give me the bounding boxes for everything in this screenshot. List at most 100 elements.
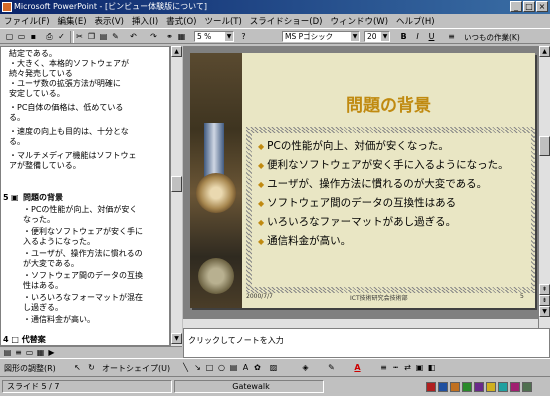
tray-app-icon[interactable] [474,381,484,392]
rectangle-icon[interactable]: □ [204,362,215,373]
zoom-combo[interactable]: 5 % ▼ [194,31,234,42]
chevron-down-icon[interactable]: ▼ [381,32,389,41]
wordart-icon[interactable]: A [240,362,251,373]
slide-bullet-text: 通信料金が高い。 [267,235,352,247]
common-tasks-button[interactable]: いつもの作業(K) [464,32,520,43]
help-icon[interactable]: ? [238,31,249,42]
chevron-down-icon[interactable]: ▼ [225,32,233,41]
line-icon[interactable]: ╲ [180,362,191,373]
outline-slide-number: 5 [3,193,9,202]
tray-app-icon[interactable] [486,381,496,392]
underline-button[interactable]: U [426,31,437,42]
menu-edit[interactable]: 編集(E) [54,15,91,27]
table-icon[interactable]: ▦ [176,31,187,42]
ribbon-image [204,123,224,178]
arrow-icon[interactable]: ↘ [192,362,203,373]
copy-icon[interactable]: ❐ [86,31,97,42]
maximize-button[interactable]: □ [523,1,535,12]
dash-style-icon[interactable]: ┅ [390,362,401,373]
font-size-combo[interactable]: 20 ▼ [364,31,390,42]
slide-canvas[interactable]: 問題の背景 ◆ PCの性能が向上、対価が安くなった。 ◆ 便利なソフトウェアが安く手… [190,53,535,308]
slide-textbox[interactable]: ◆ PCの性能が向上、対価が安くなった。 ◆ 便利なソフトウェアが安く手に入るように… [246,127,535,293]
hyperlink-icon[interactable]: ⚭ [164,31,175,42]
new-icon[interactable]: ▢ [4,31,15,42]
menu-insert[interactable]: 挿入(I) [128,15,162,27]
slide-bullet-text: PCの性能が向上、対価が安くなった。 [267,140,449,152]
save-icon[interactable]: ▪ [28,31,39,42]
outline-view-icon[interactable]: ≡ [13,347,24,358]
clipart-icon[interactable]: ✿ [252,362,263,373]
slide-scrollbar[interactable]: ▲ ⇞ ⇟ ▼ [538,46,550,328]
menu-window[interactable]: ウィンドウ(W) [326,15,392,27]
outline-line: ・ユーザが、操作方法に慣れるの [23,249,143,258]
3d-icon[interactable]: ◧ [426,362,437,373]
bold-button[interactable]: B [398,31,409,42]
line-style-icon[interactable]: ≡ [378,362,389,373]
slide-sorter-icon[interactable]: ▦ [35,347,46,358]
tray-app-icon[interactable] [438,381,448,392]
outline-line: 性はある。 [23,281,63,290]
shadow-icon[interactable]: ▣ [414,362,425,373]
close-button[interactable]: × [536,1,548,12]
notes-pane[interactable]: クリックしてノートを入力 [183,328,550,358]
outline-slide-title[interactable]: 問題の背景 [23,193,63,203]
draw-menu-button[interactable]: 図形の調整(R) [4,363,56,374]
slide-hscrollbar[interactable] [183,318,538,328]
fill-color-icon[interactable]: ◈ [300,362,311,373]
slide-view-icon[interactable]: ▭ [24,347,35,358]
chevron-down-icon[interactable]: ▼ [351,32,359,41]
tray-app-icon[interactable] [426,381,436,392]
tray-app-icon[interactable] [510,381,520,392]
outline-next-slide[interactable]: 4 □ 代替案 [3,335,46,345]
menu-view[interactable]: 表示(V) [91,15,128,27]
slide-title[interactable]: 問題の背景 [242,91,535,116]
line-color-icon[interactable]: ✎ [326,362,337,373]
scroll-down-icon[interactable]: ▼ [171,333,182,344]
align-icon[interactable]: ≡ [446,31,457,42]
outline-scrollbar[interactable]: ▲ ▼ [170,46,182,346]
scroll-thumb[interactable] [539,136,550,156]
tray-app-icon[interactable] [522,381,532,392]
print-icon[interactable]: ⎙ [44,31,55,42]
italic-button[interactable]: I [412,31,423,42]
slideshow-icon[interactable]: ▶ [46,347,57,358]
redo-icon[interactable]: ↷ [148,31,159,42]
oval-icon[interactable]: ○ [216,362,227,373]
arrow-style-icon[interactable]: ⇄ [402,362,413,373]
menu-file[interactable]: ファイル(F) [0,15,54,27]
autoshapes-button[interactable]: オートシェイプ(U) [102,363,170,374]
outline-pane[interactable]: 結定である。 ・大きく、本格的ソフトウェアが 続々発売している ・ユーザ数の拡張… [0,46,170,346]
previous-slide-icon[interactable]: ⇞ [539,284,550,295]
menu-tools[interactable]: ツール(T) [200,15,245,27]
tray-app-icon[interactable] [462,381,472,392]
format-painter-icon[interactable]: ✎ [110,31,121,42]
font-combo[interactable]: MS Pゴシック ▼ [282,31,360,42]
rotate-icon[interactable]: ↻ [86,362,97,373]
open-icon[interactable]: ▭ [16,31,27,42]
menu-format[interactable]: 書式(O) [162,15,200,27]
powerpoint-app-icon[interactable] [2,2,12,12]
textbox-icon[interactable]: ▤ [228,362,239,373]
next-slide-icon[interactable]: ⇟ [539,295,550,306]
minimize-button[interactable]: _ [510,1,522,12]
cut-icon[interactable]: ✂ [74,31,85,42]
tray-app-icon[interactable] [450,381,460,392]
undo-icon[interactable]: ↶ [128,31,139,42]
paste-icon[interactable]: ▤ [98,31,109,42]
drawing-toolbar: 図形の調整(R) ↖ ↻ オートシェイプ(U) ╲ ↘ □ ○ ▤ A ✿ ▨ … [0,358,550,376]
scroll-up-icon[interactable]: ▲ [539,46,550,57]
font-color-icon[interactable]: A [352,362,363,373]
spelling-icon[interactable]: ✓ [56,31,67,42]
normal-view-icon[interactable]: ▤ [2,347,13,358]
select-pointer-icon[interactable]: ↖ [72,362,83,373]
slide-bullet-text: ユーザが、操作方法に慣れるのが大変である。 [267,178,488,190]
picture-icon[interactable]: ▨ [268,362,279,373]
menu-help[interactable]: ヘルプ(H) [392,15,439,27]
scroll-thumb[interactable] [171,176,182,192]
menu-slideshow[interactable]: スライドショー(D) [246,15,327,27]
tray-app-icon[interactable] [498,381,508,392]
scroll-down-icon[interactable]: ▼ [539,306,550,317]
outline-line: る。 [9,113,25,122]
scroll-up-icon[interactable]: ▲ [171,46,182,57]
slide-icon[interactable]: ▣ [11,193,19,203]
